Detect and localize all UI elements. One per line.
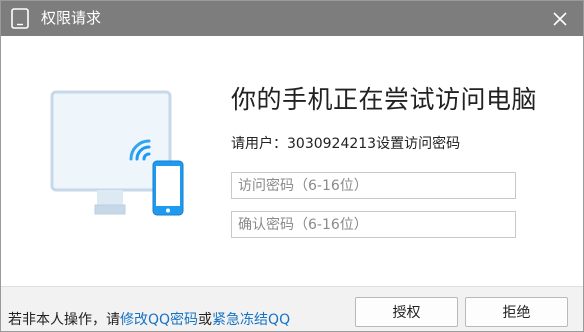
footer-bar: 若非本人操作，请修改QQ密码或紧急冻结QQ 授权 拒绝 xyxy=(1,286,583,331)
title-bar[interactable]: 权限请求 xyxy=(1,1,583,36)
change-password-link[interactable]: 修改QQ密码 xyxy=(120,312,198,328)
headline: 你的手机正在尝试访问电脑 xyxy=(231,85,538,114)
password-input[interactable] xyxy=(231,172,516,199)
user-suffix: 设置访问密码 xyxy=(376,136,461,152)
window-title: 权限请求 xyxy=(41,9,102,27)
phone-to-computer-illustration xyxy=(50,90,184,216)
permission-request-dialog: 权限请求 你的手机正在尝试访问电脑 请用户：3030924213设置访问密码 若… xyxy=(0,0,584,332)
notice-or: 或 xyxy=(198,312,213,328)
user-instruction: 请用户：3030924213设置访问密码 xyxy=(231,134,460,154)
user-id: 3030924213 xyxy=(287,136,377,152)
monitor-icon xyxy=(50,90,172,215)
freeze-account-link[interactable]: 紧急冻结QQ xyxy=(212,312,290,328)
notice-prefix: 若非本人操作，请 xyxy=(8,312,120,328)
close-icon[interactable] xyxy=(551,10,569,28)
phone-icon xyxy=(152,160,184,216)
tablet-icon xyxy=(11,8,29,29)
user-prefix: 请用户： xyxy=(231,136,287,152)
authorize-button[interactable]: 授权 xyxy=(355,297,458,327)
reject-button[interactable]: 拒绝 xyxy=(465,297,568,327)
confirm-password-input[interactable] xyxy=(231,211,516,238)
security-notice: 若非本人操作，请修改QQ密码或紧急冻结QQ xyxy=(8,311,290,329)
